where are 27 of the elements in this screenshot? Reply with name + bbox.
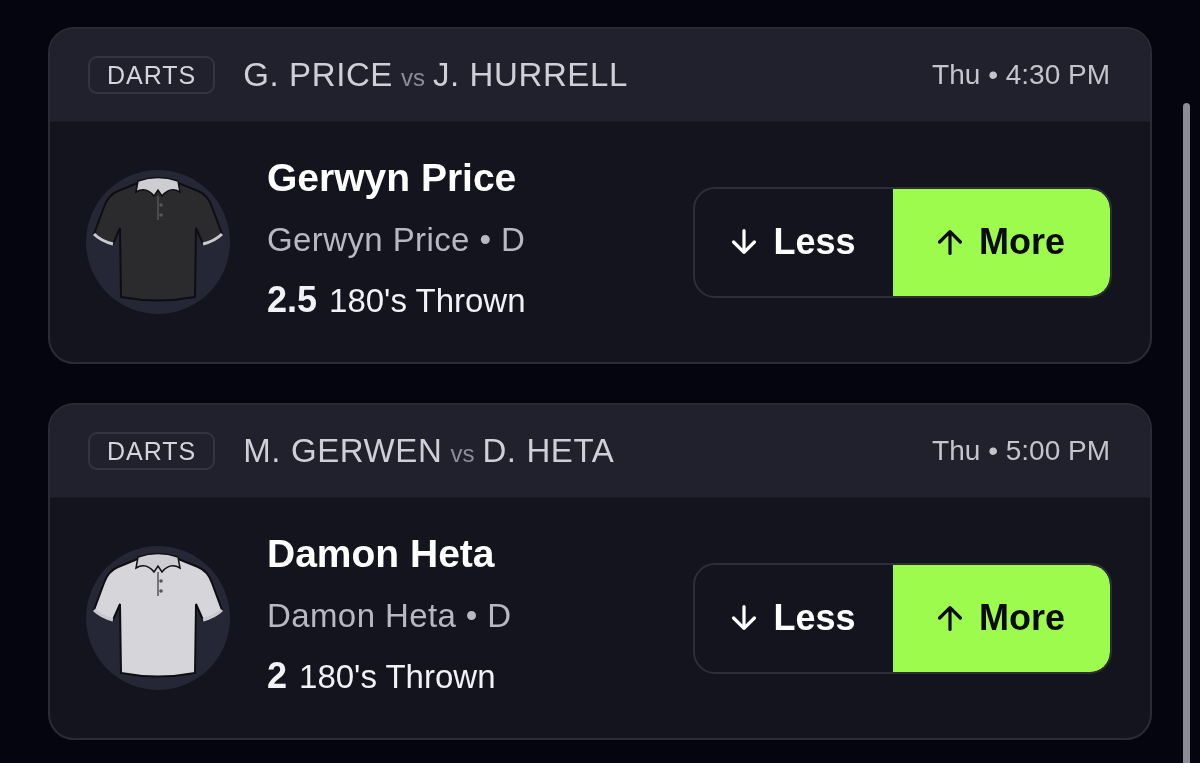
player-name: Gerwyn Price: [267, 155, 518, 201]
versus-label: vs: [450, 440, 475, 468]
team-name: J. HURRELL: [432, 56, 628, 94]
stat-label: 180's Thrown: [299, 657, 496, 697]
arrow-up-icon: [938, 605, 962, 631]
versus-label: vs: [400, 64, 425, 92]
game-time: Thu • 5:00 PM: [932, 435, 1110, 467]
arrow-down-icon: [732, 605, 757, 631]
arrow-up-icon: [938, 229, 962, 255]
line-value: 2.5: [267, 278, 318, 322]
arrow-down-icon: [732, 229, 757, 255]
sport-badge: DARTS: [88, 56, 216, 94]
more-button[interactable]: More: [893, 564, 1110, 672]
player-name: Damon Heta: [267, 531, 496, 577]
sport-badge: DARTS: [88, 432, 216, 470]
player-detail: Damon Heta • D: [267, 596, 513, 636]
team-name: M. GERWEN: [243, 432, 443, 470]
team-name: G. PRICE: [243, 56, 393, 94]
more-button[interactable]: More: [893, 188, 1110, 296]
team-name: D. HETA: [482, 432, 615, 470]
player-detail: Gerwyn Price • D: [267, 220, 527, 260]
line-value: 2: [267, 654, 288, 698]
scrollbar-thumb[interactable]: [1183, 103, 1190, 763]
stat-label: 180's Thrown: [329, 281, 526, 321]
game-time: Thu • 4:30 PM: [932, 59, 1110, 91]
less-button[interactable]: Less: [695, 564, 893, 672]
less-button[interactable]: Less: [695, 188, 893, 296]
